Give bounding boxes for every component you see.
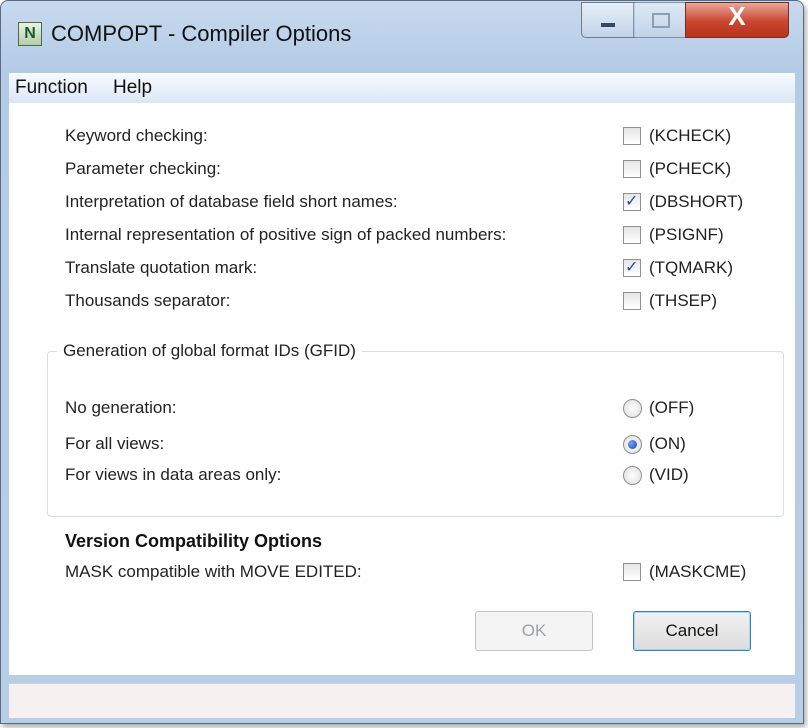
off-radio[interactable] xyxy=(623,399,642,418)
gfid-code: (VID) xyxy=(649,465,689,484)
option-row-maskcme: MASK compatible with MOVE EDITED: (MASKC… xyxy=(9,559,795,587)
gfid-label: For views in data areas only: xyxy=(65,465,282,484)
thsep-checkbox[interactable] xyxy=(623,292,641,310)
option-code: (MASKCME) xyxy=(649,562,747,581)
close-icon: X xyxy=(728,1,746,31)
psignf-checkbox[interactable] xyxy=(623,226,641,244)
option-label: Interpretation of database field short n… xyxy=(65,192,398,211)
radio-selected-icon xyxy=(628,440,637,449)
gfid-label: No generation: xyxy=(65,398,177,417)
option-label: MASK compatible with MOVE EDITED: xyxy=(65,562,362,581)
kcheck-checkbox[interactable] xyxy=(623,127,641,145)
option-label: Thousands separator: xyxy=(65,291,231,310)
option-code: (PCHECK) xyxy=(649,159,732,178)
gfid-label: For all views: xyxy=(65,434,165,453)
option-label: Translate quotation mark: xyxy=(65,258,258,277)
menu-function[interactable]: Function xyxy=(15,77,88,99)
compopt-window: N COMPOPT - Compiler Options X Function … xyxy=(0,0,804,724)
tqmark-checkbox[interactable]: ✓ xyxy=(623,257,641,277)
option-label: Keyword checking: xyxy=(65,126,208,145)
check-icon: ✓ xyxy=(625,257,639,276)
dbshort-checkbox[interactable]: ✓ xyxy=(623,191,641,211)
gfid-row-off: No generation: (OFF) xyxy=(9,395,795,423)
option-row-thsep: Thousands separator: (THSEP) xyxy=(9,288,795,316)
on-radio[interactable] xyxy=(623,435,642,454)
gfid-row-on: For all views: (ON) xyxy=(9,431,795,459)
maskcme-checkbox[interactable] xyxy=(623,563,641,581)
menu-help[interactable]: Help xyxy=(113,77,152,99)
window-title: COMPOPT - Compiler Options xyxy=(51,21,352,46)
vid-radio[interactable] xyxy=(623,466,642,485)
option-label: Parameter checking: xyxy=(65,159,221,178)
menu-bar: Function Help xyxy=(9,73,795,104)
cancel-button[interactable]: Cancel xyxy=(633,611,751,651)
gfid-code: (ON) xyxy=(649,434,686,453)
option-row-dbshort: Interpretation of database field short n… xyxy=(9,189,795,217)
option-code: (DBSHORT) xyxy=(649,192,744,211)
version-compat-heading: Version Compatibility Options xyxy=(65,531,323,551)
status-bar xyxy=(9,683,795,718)
option-row-tqmark: Translate quotation mark: ✓ (TQMARK) xyxy=(9,255,795,283)
option-row-kcheck: Keyword checking: (KCHECK) xyxy=(9,123,795,151)
check-icon: ✓ xyxy=(625,191,639,210)
option-row-psignf: Internal representation of positive sign… xyxy=(9,222,795,250)
natural-app-icon: N xyxy=(18,22,42,46)
title-bar[interactable]: N COMPOPT - Compiler Options X xyxy=(1,1,803,73)
option-code: (KCHECK) xyxy=(649,126,732,145)
close-button[interactable]: X xyxy=(685,1,789,38)
option-label: Internal representation of positive sign… xyxy=(65,225,507,244)
minimize-button[interactable] xyxy=(581,2,635,38)
gfid-group-title: Generation of global format IDs (GFID) xyxy=(57,341,362,361)
options-panel: Keyword checking: (KCHECK) Parameter che… xyxy=(9,103,795,675)
minimize-icon xyxy=(601,23,615,27)
pcheck-checkbox[interactable] xyxy=(623,160,641,178)
option-code: (TQMARK) xyxy=(649,258,734,277)
maximize-icon xyxy=(652,13,670,28)
gfid-row-vid: For views in data areas only: (VID) xyxy=(9,462,795,490)
option-code: (PSIGNF) xyxy=(649,225,724,244)
option-code: (THSEP) xyxy=(649,291,717,310)
gfid-code: (OFF) xyxy=(649,398,695,417)
maximize-button xyxy=(633,2,687,38)
ok-button[interactable]: OK xyxy=(475,611,593,651)
option-row-pcheck: Parameter checking: (PCHECK) xyxy=(9,156,795,184)
